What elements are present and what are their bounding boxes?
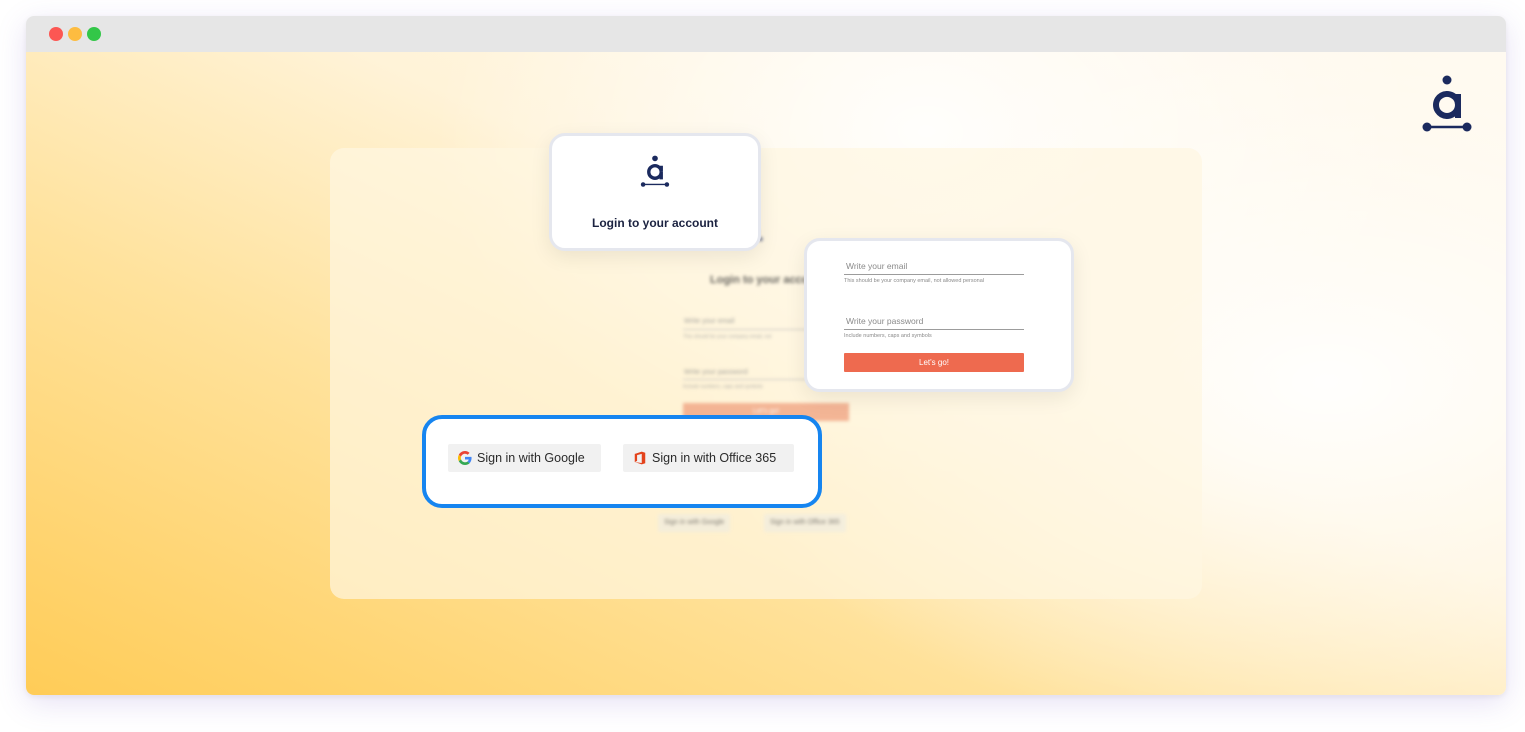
office-label: Sign in with Office 365 xyxy=(652,451,777,465)
page-content: Login to your account Write your email T… xyxy=(26,52,1506,695)
close-window-button[interactable] xyxy=(49,27,63,41)
password-field-underline xyxy=(844,329,1024,330)
brand-logo-icon xyxy=(1422,75,1472,132)
sign-in-office365-button[interactable]: Sign in with Office 365 xyxy=(623,444,794,472)
password-field[interactable]: Write your password xyxy=(846,316,923,326)
background-password-hint: Include numbers, caps and symbols xyxy=(683,384,763,390)
background-password-placeholder: Write your password xyxy=(684,369,748,376)
login-form-card: Write your email This should be your com… xyxy=(804,238,1074,392)
sign-in-google-button[interactable]: Sign in with Google xyxy=(448,444,601,472)
background-office-button: Sign in with Office 365 xyxy=(764,514,846,532)
login-title-card: Login to your account xyxy=(549,133,761,251)
email-hint: This should be your company email, not a… xyxy=(844,278,985,284)
google-icon xyxy=(458,451,472,465)
background-email-placeholder: Write your email xyxy=(684,318,735,325)
background-google-button: Sign in with Google xyxy=(658,514,731,532)
password-hint: Include numbers, caps and symbols xyxy=(844,333,932,339)
email-field-underline xyxy=(844,274,1024,275)
login-title: Login to your account xyxy=(592,216,718,230)
brand-logo-icon xyxy=(640,155,670,187)
email-field[interactable]: Write your email xyxy=(846,261,907,271)
office-365-icon xyxy=(634,451,646,465)
window-titlebar xyxy=(26,16,1506,52)
browser-window: Login to your account Write your email T… xyxy=(26,16,1506,695)
background-email-hint: This should be your company email, not xyxy=(683,334,772,340)
minimize-window-button[interactable] xyxy=(68,27,82,41)
sso-highlight-frame: Sign in with Google Sign in with Office … xyxy=(422,415,822,508)
zoom-window-button[interactable] xyxy=(87,27,101,41)
lets-go-button[interactable]: Let's go! xyxy=(844,353,1024,372)
google-label: Sign in with Google xyxy=(477,451,585,465)
